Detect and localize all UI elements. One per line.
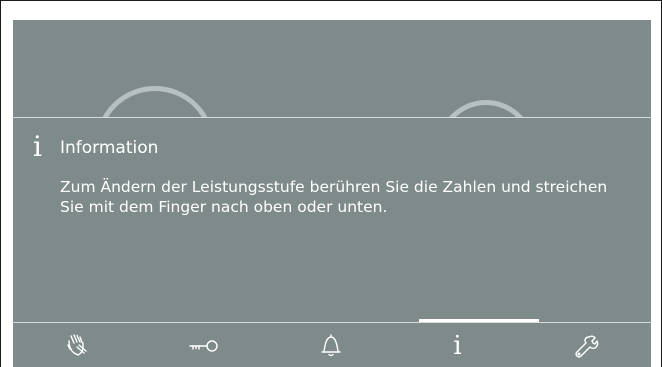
info-message: Zum Ändern der Leistungsstufe berühren S… — [60, 178, 608, 216]
bottom-navigation: i — [13, 322, 651, 367]
wrench-icon — [575, 335, 599, 358]
nav-timer-button[interactable] — [267, 323, 394, 367]
nav-wipe-protection-button[interactable] — [13, 323, 140, 367]
info-title: Information — [60, 138, 159, 158]
nav-lock-button[interactable] — [140, 323, 267, 367]
hand-wipe-icon — [66, 333, 87, 356]
nav-info-button[interactable]: i — [394, 323, 521, 367]
frame-left-border — [0, 0, 1, 367]
frame-top-border — [0, 0, 662, 1]
bell-icon — [320, 333, 341, 356]
info-nav-icon: i — [453, 330, 462, 361]
nav-settings-button[interactable] — [521, 323, 651, 367]
key-icon — [188, 339, 218, 352]
info-icon: i — [33, 130, 42, 163]
information-panel: i Information Zum Ändern der Leistungsst… — [13, 117, 651, 322]
touch-screen: i Information Zum Ändern der Leistungsst… — [13, 20, 651, 367]
cooktop-display: i Information Zum Ändern der Leistungsst… — [0, 0, 662, 367]
